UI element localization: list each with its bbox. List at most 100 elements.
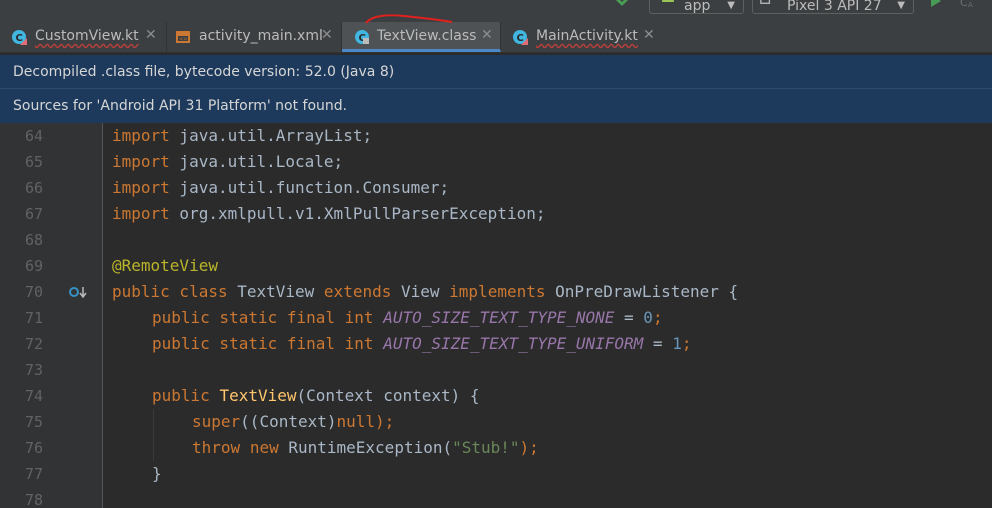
code-text: java.util.ArrayList;: [169, 126, 373, 145]
code-text: RuntimeException(: [278, 438, 453, 457]
keyword: null: [336, 412, 376, 431]
keyword: extends: [323, 282, 392, 301]
xml-layout-icon: <>: [176, 31, 190, 43]
keyword: new: [249, 438, 279, 457]
device-icon: [760, 0, 771, 4]
semicolon: ;: [652, 308, 663, 327]
closing-brace: }: [152, 464, 162, 483]
code-line: 66 import java.util.function.Consumer;: [0, 175, 992, 201]
close-icon[interactable]: ✕: [643, 27, 655, 43]
run-icon[interactable]: [930, 0, 942, 7]
line-number: 72: [24, 335, 43, 353]
tab-label: MainActivity.kt: [536, 28, 638, 44]
android-icon: [662, 0, 674, 2]
interface-name: OnPreDrawListener {: [545, 282, 739, 301]
sources-not-found-banner: Sources for 'Android API 31 Platform' no…: [0, 89, 992, 123]
keyword: public static final int: [152, 308, 374, 327]
code-text: (Context context) {: [296, 386, 480, 405]
device-selector-dropdown[interactable]: Pixel 3 API 27 ▼: [752, 0, 914, 14]
close-icon[interactable]: ✕: [481, 27, 493, 43]
code-line: 70 public class TextView extends View im…: [0, 279, 992, 305]
code-line: 75 super((Context)null);: [0, 409, 992, 435]
line-number: 64: [24, 127, 43, 145]
line-number: 67: [24, 205, 43, 223]
svg-text:C: C: [960, 0, 968, 8]
line-number: 75: [24, 413, 43, 431]
chevron-down-icon: ▼: [897, 0, 905, 11]
main-toolbar: app ▼ Pixel 3 API 27 ▼ C A: [0, 0, 992, 22]
run-configuration-dropdown[interactable]: app ▼: [649, 0, 744, 14]
editor-tab-bar: C CustomView.kt ✕ <> activity_main.xml ✕…: [0, 14, 992, 53]
code-editor[interactable]: 64 import java.util.ArrayList; 65 import…: [0, 123, 992, 508]
code-text: java.util.Locale;: [169, 152, 344, 171]
keyword: super: [192, 412, 241, 431]
line-number: 73: [24, 361, 43, 379]
semicolon: ;: [681, 334, 692, 353]
line-number: 66: [24, 179, 43, 197]
decompiled-notice-banner: Decompiled .class file, bytecode version…: [0, 55, 992, 89]
build-hammer-icon[interactable]: [612, 0, 632, 8]
code-line: 65 import java.util.Locale;: [0, 149, 992, 175]
keyword: import: [112, 126, 170, 145]
code-line: 72 public static final int AUTO_SIZE_TEX…: [0, 331, 992, 357]
chevron-down-icon: ▼: [727, 0, 735, 11]
line-number: 74: [24, 387, 43, 405]
code-line: 69 @RemoteView: [0, 253, 992, 279]
method-name: TextView: [219, 386, 297, 405]
keyword: import: [112, 204, 170, 223]
tab-activity-main-xml[interactable]: <> activity_main.xml ✕: [167, 22, 342, 52]
svg-text:C: C: [517, 33, 524, 44]
keyword: import: [112, 152, 170, 171]
parent-class: View: [391, 282, 450, 301]
tab-label: TextView.class: [377, 28, 477, 44]
class-name: TextView: [227, 282, 324, 301]
number-literal: 0: [643, 308, 653, 327]
keyword: public static final int: [152, 334, 374, 353]
red-annotation-mark: [365, 14, 453, 24]
tab-customview-kt[interactable]: C CustomView.kt ✕: [0, 22, 167, 52]
tab-textview-class[interactable]: C TextView.class ✕: [342, 14, 501, 52]
line-number: 77: [24, 465, 43, 483]
code-text: ((Context): [240, 412, 337, 431]
tab-mainactivity-kt[interactable]: C MainActivity.kt ✕: [501, 22, 661, 52]
class-file-icon: C: [355, 30, 369, 44]
code-text: =: [614, 308, 644, 327]
number-literal: 1: [672, 334, 682, 353]
code-line: 76 throw new RuntimeException("Stub!");: [0, 435, 992, 461]
keyword: implements: [449, 282, 546, 301]
code-line: 74 public TextView(Context context) {: [0, 383, 992, 409]
constant: AUTO_SIZE_TEXT_TYPE_NONE: [383, 308, 615, 327]
code-text: =: [643, 334, 673, 353]
run-configuration-label: app: [684, 0, 711, 14]
code-line: 67 import org.xmlpull.v1.XmlPullParserEx…: [0, 201, 992, 227]
svg-text:A: A: [968, 1, 973, 8]
svg-text:<>: <>: [179, 37, 187, 43]
svg-text:C: C: [16, 33, 23, 44]
line-number: 71: [24, 309, 43, 327]
constant: AUTO_SIZE_TEXT_TYPE_UNIFORM: [383, 334, 644, 353]
apply-changes-icon[interactable]: C A: [958, 0, 976, 8]
close-icon[interactable]: ✕: [145, 27, 157, 43]
line-number: 78: [24, 491, 43, 508]
line-number: 65: [24, 153, 43, 171]
keyword: public: [152, 386, 210, 405]
kotlin-class-icon: C: [513, 30, 528, 45]
annotation: @RemoteView: [112, 256, 218, 275]
string-literal: "Stub!": [452, 438, 520, 457]
kotlin-class-icon: C: [12, 30, 27, 45]
keyword: import: [112, 178, 170, 197]
line-number: 70: [24, 283, 43, 301]
tab-label: CustomView.kt: [35, 28, 139, 44]
device-label: Pixel 3 API 27: [787, 0, 882, 14]
code-text: java.util.function.Consumer;: [169, 178, 450, 197]
code-text: );: [375, 412, 395, 431]
line-number: 76: [24, 439, 43, 457]
line-number: 69: [24, 257, 43, 275]
code-line: 64 import java.util.ArrayList;: [0, 123, 992, 149]
tab-label: activity_main.xml: [199, 28, 323, 44]
code-line: 71 public static final int AUTO_SIZE_TEX…: [0, 305, 992, 331]
close-icon[interactable]: ✕: [321, 27, 333, 43]
code-line: 73: [0, 357, 992, 383]
indent-guide: [153, 409, 154, 461]
overridden-by-icon[interactable]: [68, 285, 88, 299]
